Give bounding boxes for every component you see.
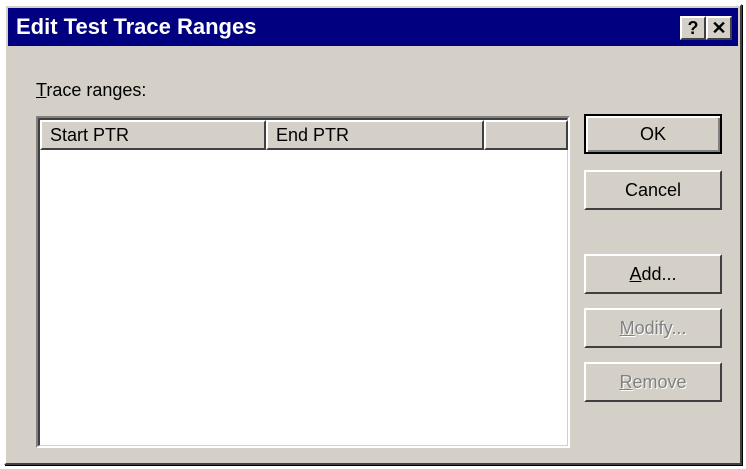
remove-button: Remove: [584, 362, 722, 402]
close-icon: ✕: [711, 18, 727, 38]
column-header-end-ptr[interactable]: End PTR: [266, 120, 484, 150]
modify-button: Modify...: [584, 308, 722, 348]
ok-button[interactable]: OK: [584, 114, 722, 154]
add-button-rest: dd...: [641, 264, 677, 284]
column-header-empty[interactable]: [484, 120, 568, 150]
trace-ranges-label: Trace ranges:: [36, 80, 146, 101]
trace-ranges-label-rest: race ranges:: [46, 80, 147, 100]
edit-trace-ranges-dialog: Edit Test Trace Ranges ? ✕ Trace ranges:…: [4, 4, 742, 465]
trace-ranges-list-body[interactable]: Start PTR End PTR: [38, 118, 568, 446]
modify-button-mnemonic: M: [619, 318, 635, 338]
remove-button-rest: emove: [632, 372, 687, 392]
help-icon: ?: [687, 18, 699, 38]
cancel-button[interactable]: Cancel: [584, 170, 722, 210]
add-button[interactable]: Add...: [584, 254, 722, 294]
trace-ranges-label-mnemonic: T: [36, 80, 47, 100]
title-bar[interactable]: Edit Test Trace Ranges ? ✕: [8, 8, 738, 46]
add-button-mnemonic: A: [629, 264, 642, 284]
window-title: Edit Test Trace Ranges: [16, 14, 257, 39]
remove-button-mnemonic: R: [619, 372, 633, 392]
help-button[interactable]: ?: [680, 16, 706, 40]
close-button[interactable]: ✕: [706, 16, 732, 40]
column-header-start-ptr[interactable]: Start PTR: [40, 120, 266, 150]
modify-button-rest: odify...: [634, 318, 687, 338]
trace-ranges-list[interactable]: Start PTR End PTR: [36, 116, 570, 448]
